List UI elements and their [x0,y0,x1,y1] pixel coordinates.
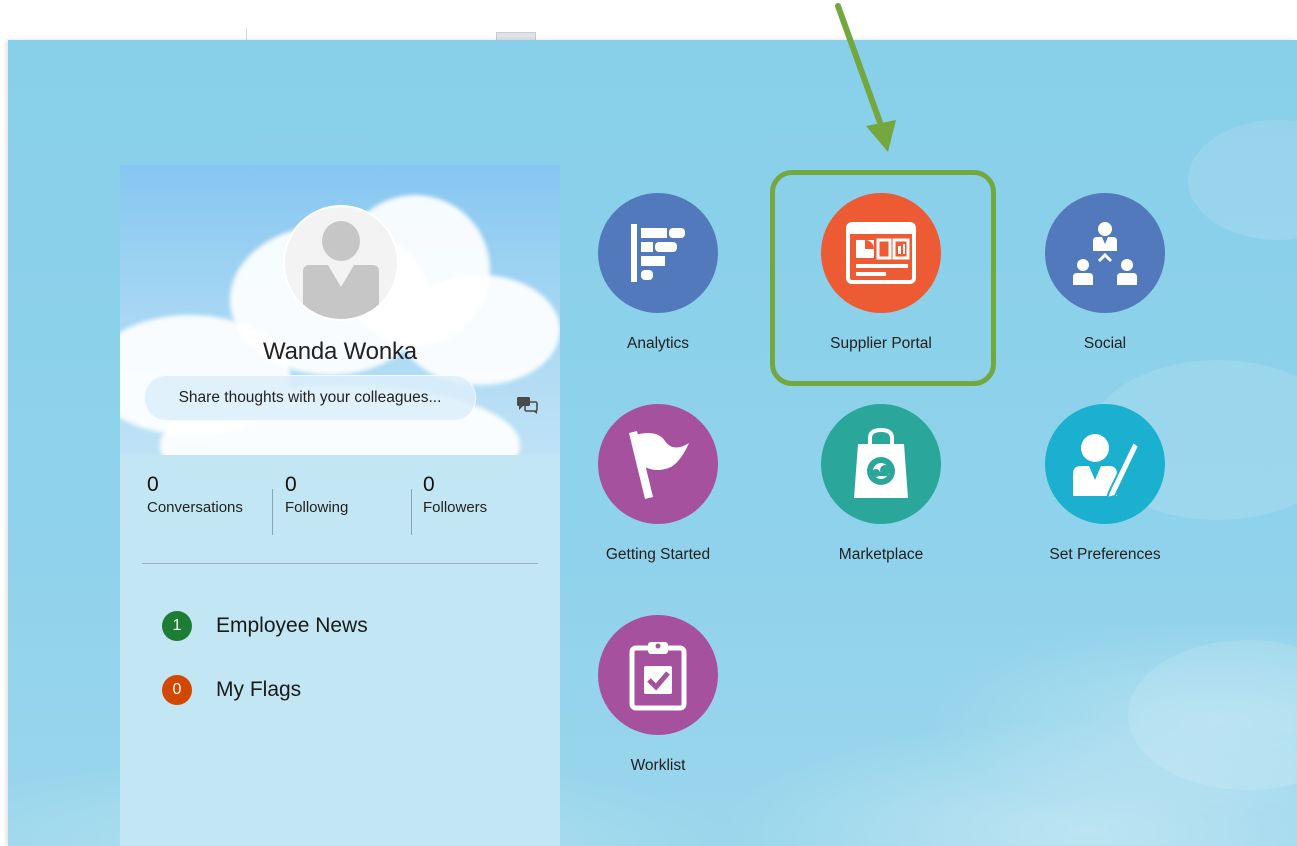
app-tile-worklist[interactable]: Worklist [558,615,758,775]
divider [142,563,538,564]
app-tile-label: Marketplace [838,546,924,563]
stat-label: Following [285,499,349,516]
stat-divider [411,489,412,535]
profile-header: Wanda Wonka Share thoughts with your col… [120,165,560,455]
app-tile-label: Worklist [630,757,686,774]
news-item-employee-news[interactable]: 1 Employee News [162,611,368,641]
social-stats: 0 Conversations 0 Following 0 Followers [120,473,560,553]
share-thoughts-input[interactable]: Share thoughts with your colleagues... [144,375,476,421]
app-tile-getting-started[interactable]: Getting Started [558,404,758,564]
top-bar [0,0,1297,42]
app-tile-marketplace[interactable]: Marketplace [781,404,981,564]
news-label: My Flags [216,678,302,701]
app-tile-label: Getting Started [605,546,711,563]
stat-followers[interactable]: 0 Followers [423,473,487,516]
avatar[interactable] [283,205,399,321]
app-tile-analytics[interactable]: Analytics [558,193,758,353]
app-tile-set-preferences[interactable]: Set Preferences [1005,404,1205,564]
stat-count: 0 [147,473,159,496]
app-tile-label: Set Preferences [1049,546,1161,563]
stat-following[interactable]: 0 Following [285,473,348,516]
highlight-box [770,170,996,386]
stat-count: 0 [285,473,297,496]
stat-conversations[interactable]: 0 Conversations [147,473,243,516]
clipboard-check-icon [598,615,718,735]
news-label: Employee News [216,614,368,637]
count-badge: 0 [162,675,192,705]
user-edit-icon [1045,404,1165,524]
shopping-bag-icon [821,404,941,524]
stat-label: Followers [423,499,488,516]
user-name: Wanda Wonka [263,338,417,365]
stat-count: 0 [423,473,435,496]
news-item-my-flags[interactable]: 0 My Flags [162,675,301,705]
stat-divider [272,489,273,535]
profile-panel: Wanda Wonka Share thoughts with your col… [120,165,560,846]
toolbar-divider [246,28,247,40]
stat-label: Conversations [147,499,243,516]
app-tile-social[interactable]: Social [1005,193,1205,353]
chat-icon[interactable] [516,394,540,416]
flag-icon [598,404,718,524]
background-cloud [1128,640,1297,790]
social-icon [1045,193,1165,313]
count-badge: 1 [162,611,192,641]
app-tile-label: Social [1083,335,1127,352]
analytics-icon [598,193,718,313]
app-tile-label: Analytics [626,335,690,352]
